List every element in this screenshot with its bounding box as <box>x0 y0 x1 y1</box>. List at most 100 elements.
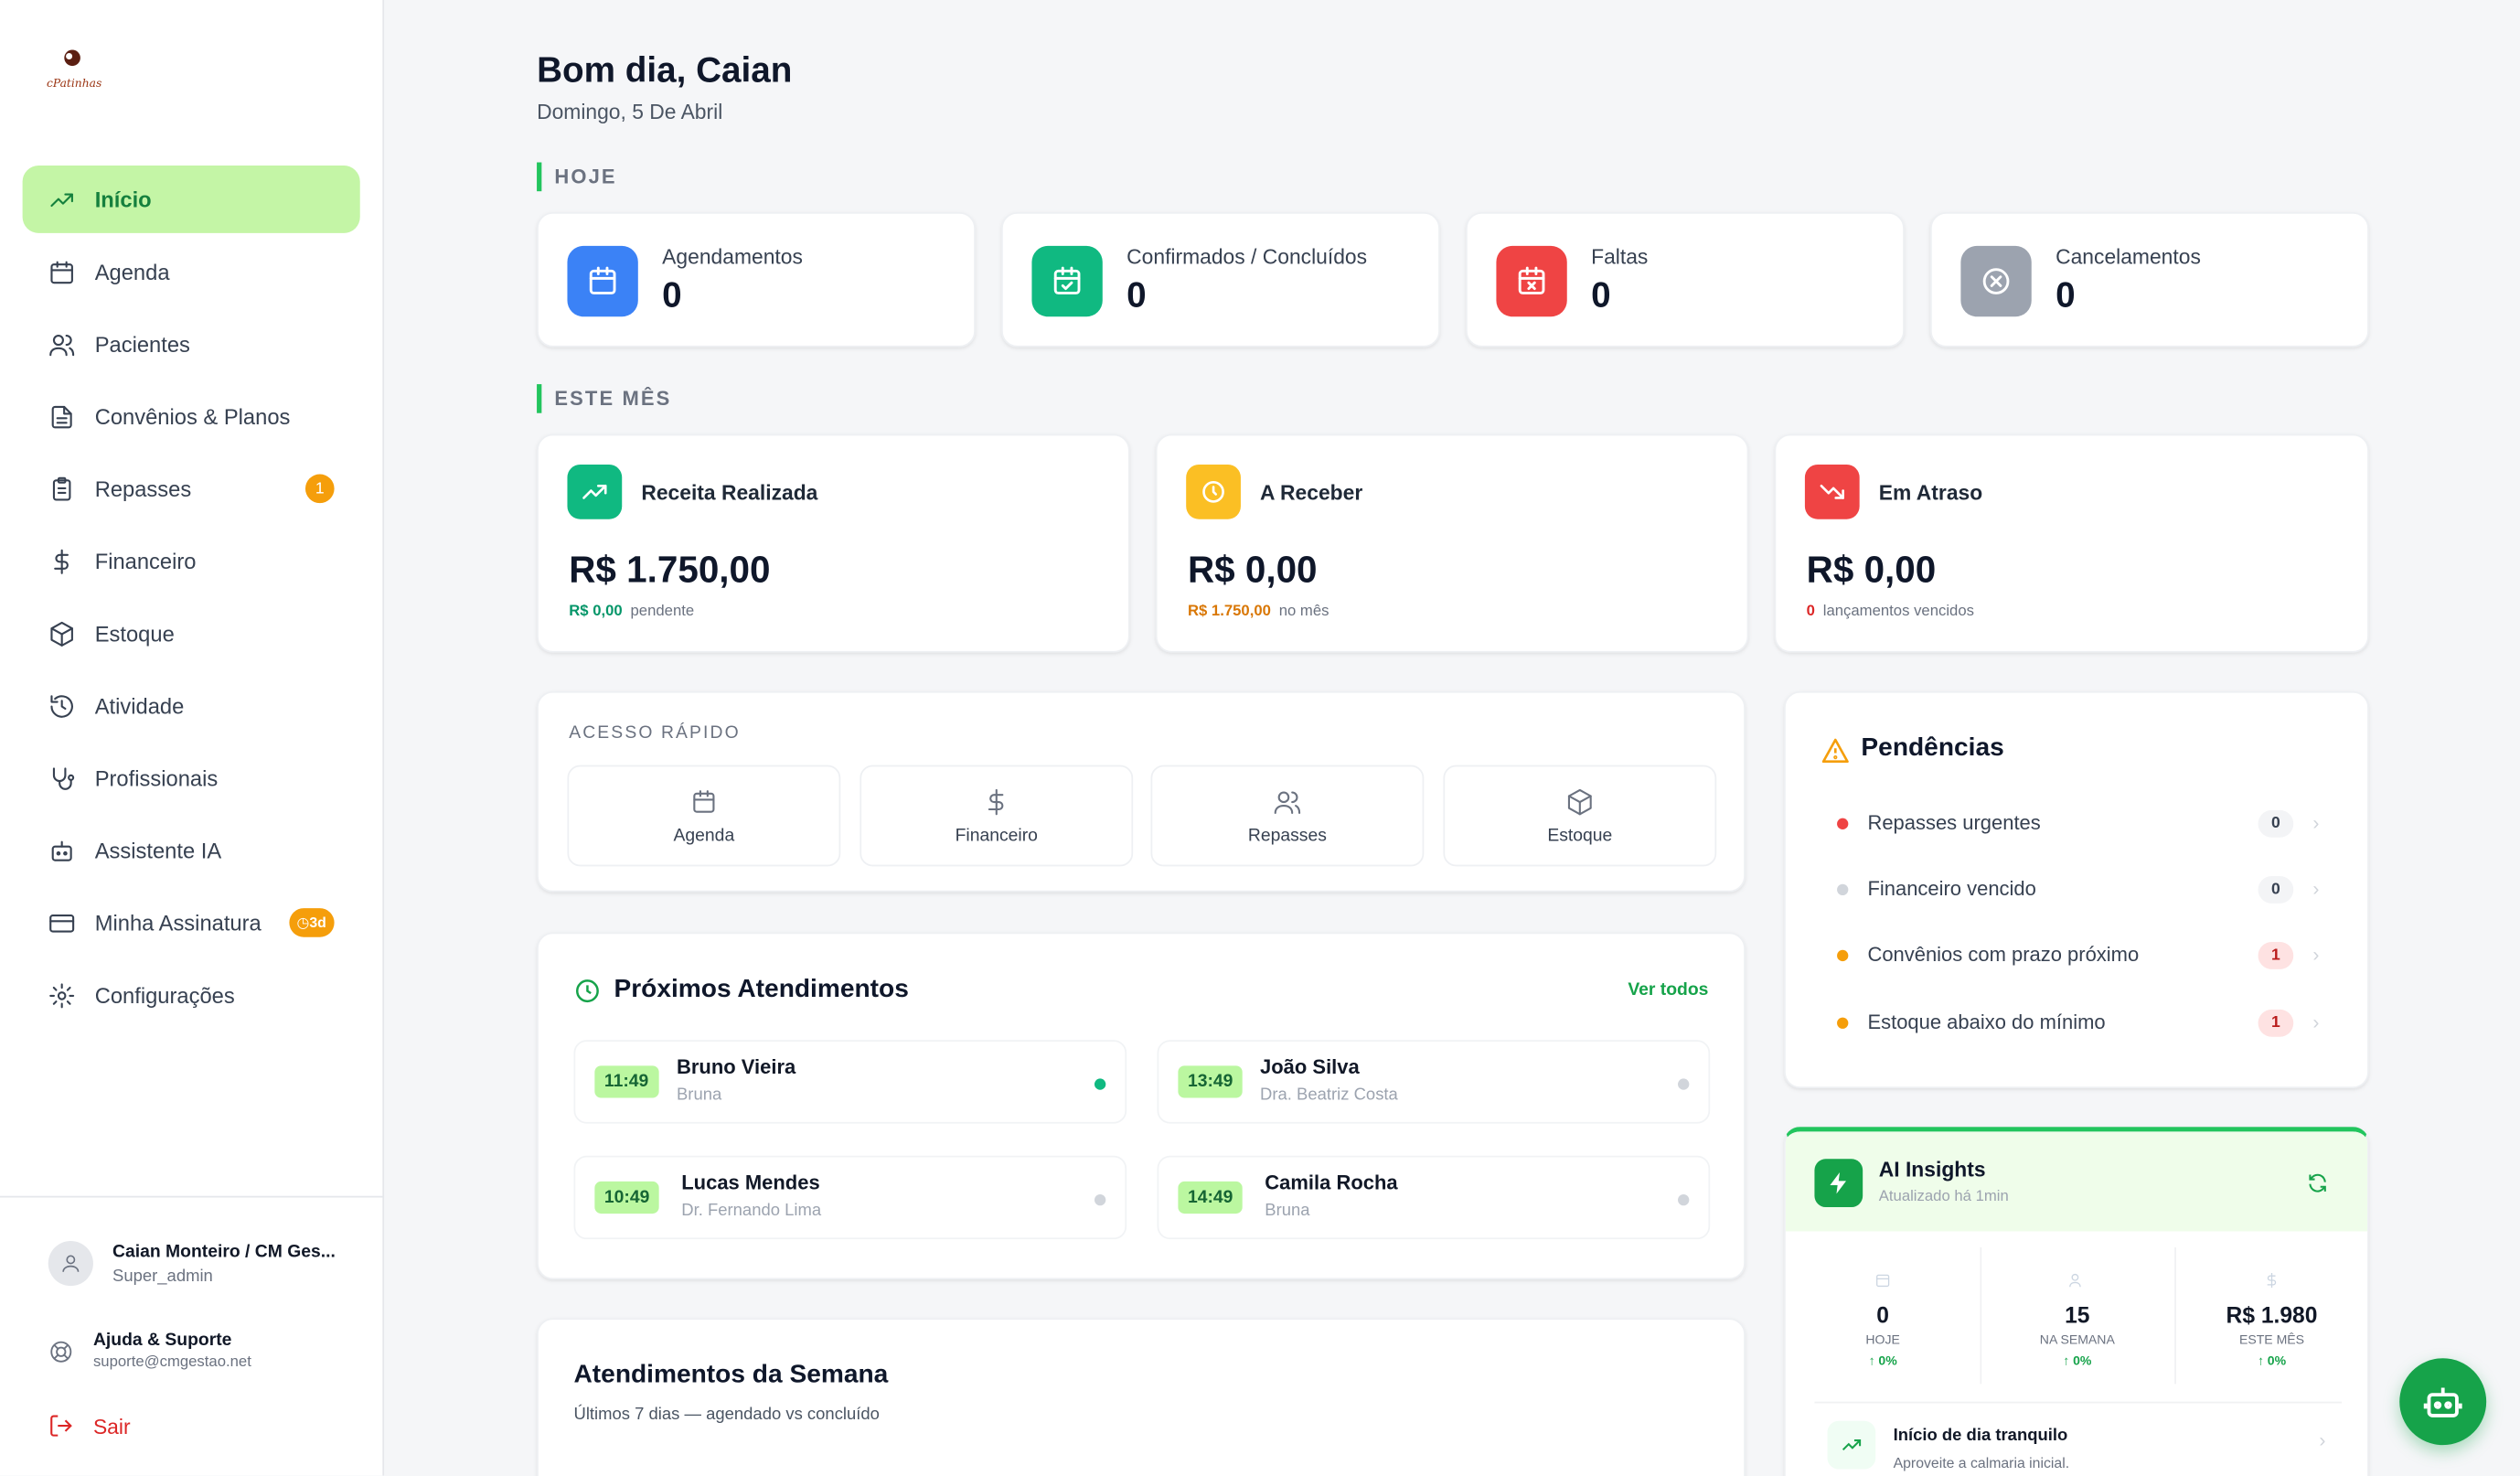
calendar-icon <box>567 245 638 317</box>
sidebar-nav: Início Agenda Pacientes Convênios & Plan… <box>22 166 360 1033</box>
sidebar-item-label: Agenda <box>94 259 170 284</box>
see-all-link[interactable]: Ver todos <box>1628 980 1708 1000</box>
sidebar-item-financeiro[interactable]: Financeiro <box>23 528 360 595</box>
appointment-item[interactable]: 13:49 João Silva Dra. Beatriz Costa <box>1157 1040 1711 1124</box>
ai-stat-label: ESTE MÊS <box>2238 1332 2305 1347</box>
appointment-time: 11:49 <box>594 1065 658 1098</box>
sidebar-item-agenda[interactable]: Agenda <box>23 238 360 305</box>
lightning-icon <box>1814 1159 1863 1208</box>
repasses-count-badge: 1 <box>304 474 335 504</box>
gear-icon <box>49 982 75 1008</box>
bot-icon <box>51 840 72 861</box>
package-icon <box>50 621 73 647</box>
users-icon <box>2069 1273 2081 1288</box>
sidebar-item-convenios[interactable]: Convênios & Planos <box>23 382 360 450</box>
status-dot <box>1094 1193 1106 1206</box>
quick-access-estoque[interactable]: Estoque <box>1443 765 1717 867</box>
month-card-em-atraso[interactable]: Em Atraso R$ 0,00 0 lançamentos vencidos <box>1774 433 2369 653</box>
help-title: Ajuda & Suporte <box>92 1331 232 1351</box>
sidebar-item-label: Profissionais <box>94 765 219 790</box>
sidebar-item-assinatura[interactable]: Minha Assinatura ◷3d <box>23 889 360 957</box>
appointment-time: 10:49 <box>594 1181 659 1214</box>
professional-name: Dr. Fernando Lima <box>681 1201 822 1221</box>
sidebar-item-label: Atividade <box>94 693 185 718</box>
sidebar-divider <box>0 1195 385 1198</box>
pending-count: 0 <box>2258 875 2294 903</box>
month-card-receita[interactable]: Receita Realizada R$ 1.750,00 R$ 0,00 pen… <box>537 433 1130 653</box>
status-dot <box>1678 1078 1690 1090</box>
logout-button[interactable]: Sair <box>48 1413 131 1439</box>
sidebar-item-label: Financeiro <box>94 549 197 573</box>
sidebar-item-configuracoes[interactable]: Configurações <box>23 961 360 1029</box>
pending-item[interactable]: Financeiro vencido 0 › <box>1837 872 2319 904</box>
appointment-item[interactable]: 11:49 Bruno Vieira Bruna <box>573 1040 1127 1124</box>
ai-stat-delta: ↑ 0% <box>1868 1353 1897 1368</box>
section-today-title: HOJE <box>537 162 617 192</box>
pending-card: Pendências Repasses urgentes 0 › Finance… <box>1784 690 2369 1088</box>
upcoming-card: Próximos Atendimentos Ver todos 11:49 Br… <box>537 932 1746 1280</box>
chevron-right-icon: › <box>2312 1011 2320 1034</box>
bot-icon <box>2423 1387 2462 1417</box>
brand-logo[interactable]: cPatinhas <box>45 45 109 93</box>
user-profile[interactable]: Caian Monteiro / CM Ges... Super_admin <box>48 1240 336 1287</box>
calendar-icon <box>693 789 715 812</box>
pending-item[interactable]: Repasses urgentes 0 › <box>1837 807 2319 839</box>
pending-item[interactable]: Convênios com prazo próximo 1 › <box>1837 938 2319 970</box>
quick-access-label: Estoque <box>1547 825 1613 845</box>
sidebar-item-repasses[interactable]: Repasses 1 <box>23 455 360 522</box>
stat-label: Cancelamentos <box>2056 244 2201 269</box>
month-card-label: A Receber <box>1260 480 1363 505</box>
month-card-value: R$ 1.750,00 <box>569 548 771 591</box>
month-card-sub: R$ 1.750,00 no mês <box>1188 603 1329 620</box>
stat-card-agendamentos[interactable]: Agendamentos 0 <box>537 212 976 348</box>
stat-card-confirmados[interactable]: Confirmados / Concluídos 0 <box>1001 212 1440 348</box>
ai-stat-hoje: 0 HOJE ↑ 0% <box>1786 1268 1981 1368</box>
pending-item[interactable]: Estoque abaixo do mínimo 1 › <box>1837 1006 2319 1038</box>
sidebar-item-inicio[interactable]: Início <box>22 166 360 233</box>
clipboard-list-icon <box>52 476 71 500</box>
quick-access-repasses[interactable]: Repasses <box>1150 765 1425 867</box>
credit-card-icon <box>49 914 75 932</box>
help-support-link[interactable]: Ajuda & Suporte suporte@cmgestao.net <box>48 1331 251 1371</box>
quick-access-label: Repasses <box>1247 825 1327 845</box>
appointment-item[interactable]: 10:49 Lucas Mendes Dr. Fernando Lima <box>573 1155 1127 1240</box>
month-card-sub-value: 0 <box>1806 603 1815 621</box>
stat-value: 0 <box>2056 274 2076 316</box>
dollar-icon <box>988 787 1004 815</box>
patient-name: Lucas Mendes <box>681 1171 820 1194</box>
month-card-sub-value: R$ 0,00 <box>569 603 623 621</box>
month-card-a-receber[interactable]: A Receber R$ 0,00 R$ 1.750,00 no mês <box>1155 433 1749 653</box>
sidebar-item-atividade[interactable]: Atividade <box>23 672 360 740</box>
quick-access-financeiro[interactable]: Financeiro <box>860 765 1134 867</box>
user-role: Super_admin <box>112 1266 213 1286</box>
sidebar-item-estoque[interactable]: Estoque <box>23 600 360 668</box>
stat-value: 0 <box>662 274 682 316</box>
insight-title[interactable]: Início de dia tranquilo <box>1894 1426 2068 1445</box>
calendar-icon <box>1876 1274 1890 1288</box>
warning-icon <box>1821 738 1849 764</box>
clock-icon <box>575 979 599 1003</box>
appointment-item[interactable]: 14:49 Camila Rocha Bruna <box>1157 1155 1711 1240</box>
sidebar-item-profissionais[interactable]: Profissionais <box>23 744 360 812</box>
stat-card-cancelamentos[interactable]: Cancelamentos 0 <box>1929 212 2369 348</box>
ai-stat-label: HOJE <box>1865 1332 1900 1347</box>
refresh-icon[interactable] <box>2306 1171 2329 1194</box>
page-title: Bom dia, Caian <box>537 49 793 91</box>
clock-icon <box>1186 464 1241 519</box>
trial-days-badge: ◷3d <box>288 908 335 937</box>
sidebar-item-pacientes[interactable]: Pacientes <box>23 310 360 378</box>
month-card-sub: 0 lançamentos vencidos <box>1807 603 1974 620</box>
quick-access-agenda[interactable]: Agenda <box>567 765 841 867</box>
avatar <box>48 1240 93 1287</box>
sidebar-item-label: Assistente IA <box>94 838 222 863</box>
professional-name: Bruna <box>1265 1201 1310 1221</box>
assistant-bot-button[interactable] <box>2399 1358 2487 1446</box>
ai-stat-label: NA SEMANA <box>2039 1332 2115 1347</box>
help-email: suporte@cmgestao.net <box>92 1353 251 1372</box>
user-icon <box>62 1255 80 1272</box>
pending-title: Pendências <box>1861 734 2004 763</box>
month-card-label: Receita Realizada <box>641 480 818 505</box>
sidebar-item-assistente-ia[interactable]: Assistente IA <box>23 817 360 884</box>
stat-card-faltas[interactable]: Faltas 0 <box>1466 212 1905 348</box>
status-dot <box>1837 882 1849 895</box>
